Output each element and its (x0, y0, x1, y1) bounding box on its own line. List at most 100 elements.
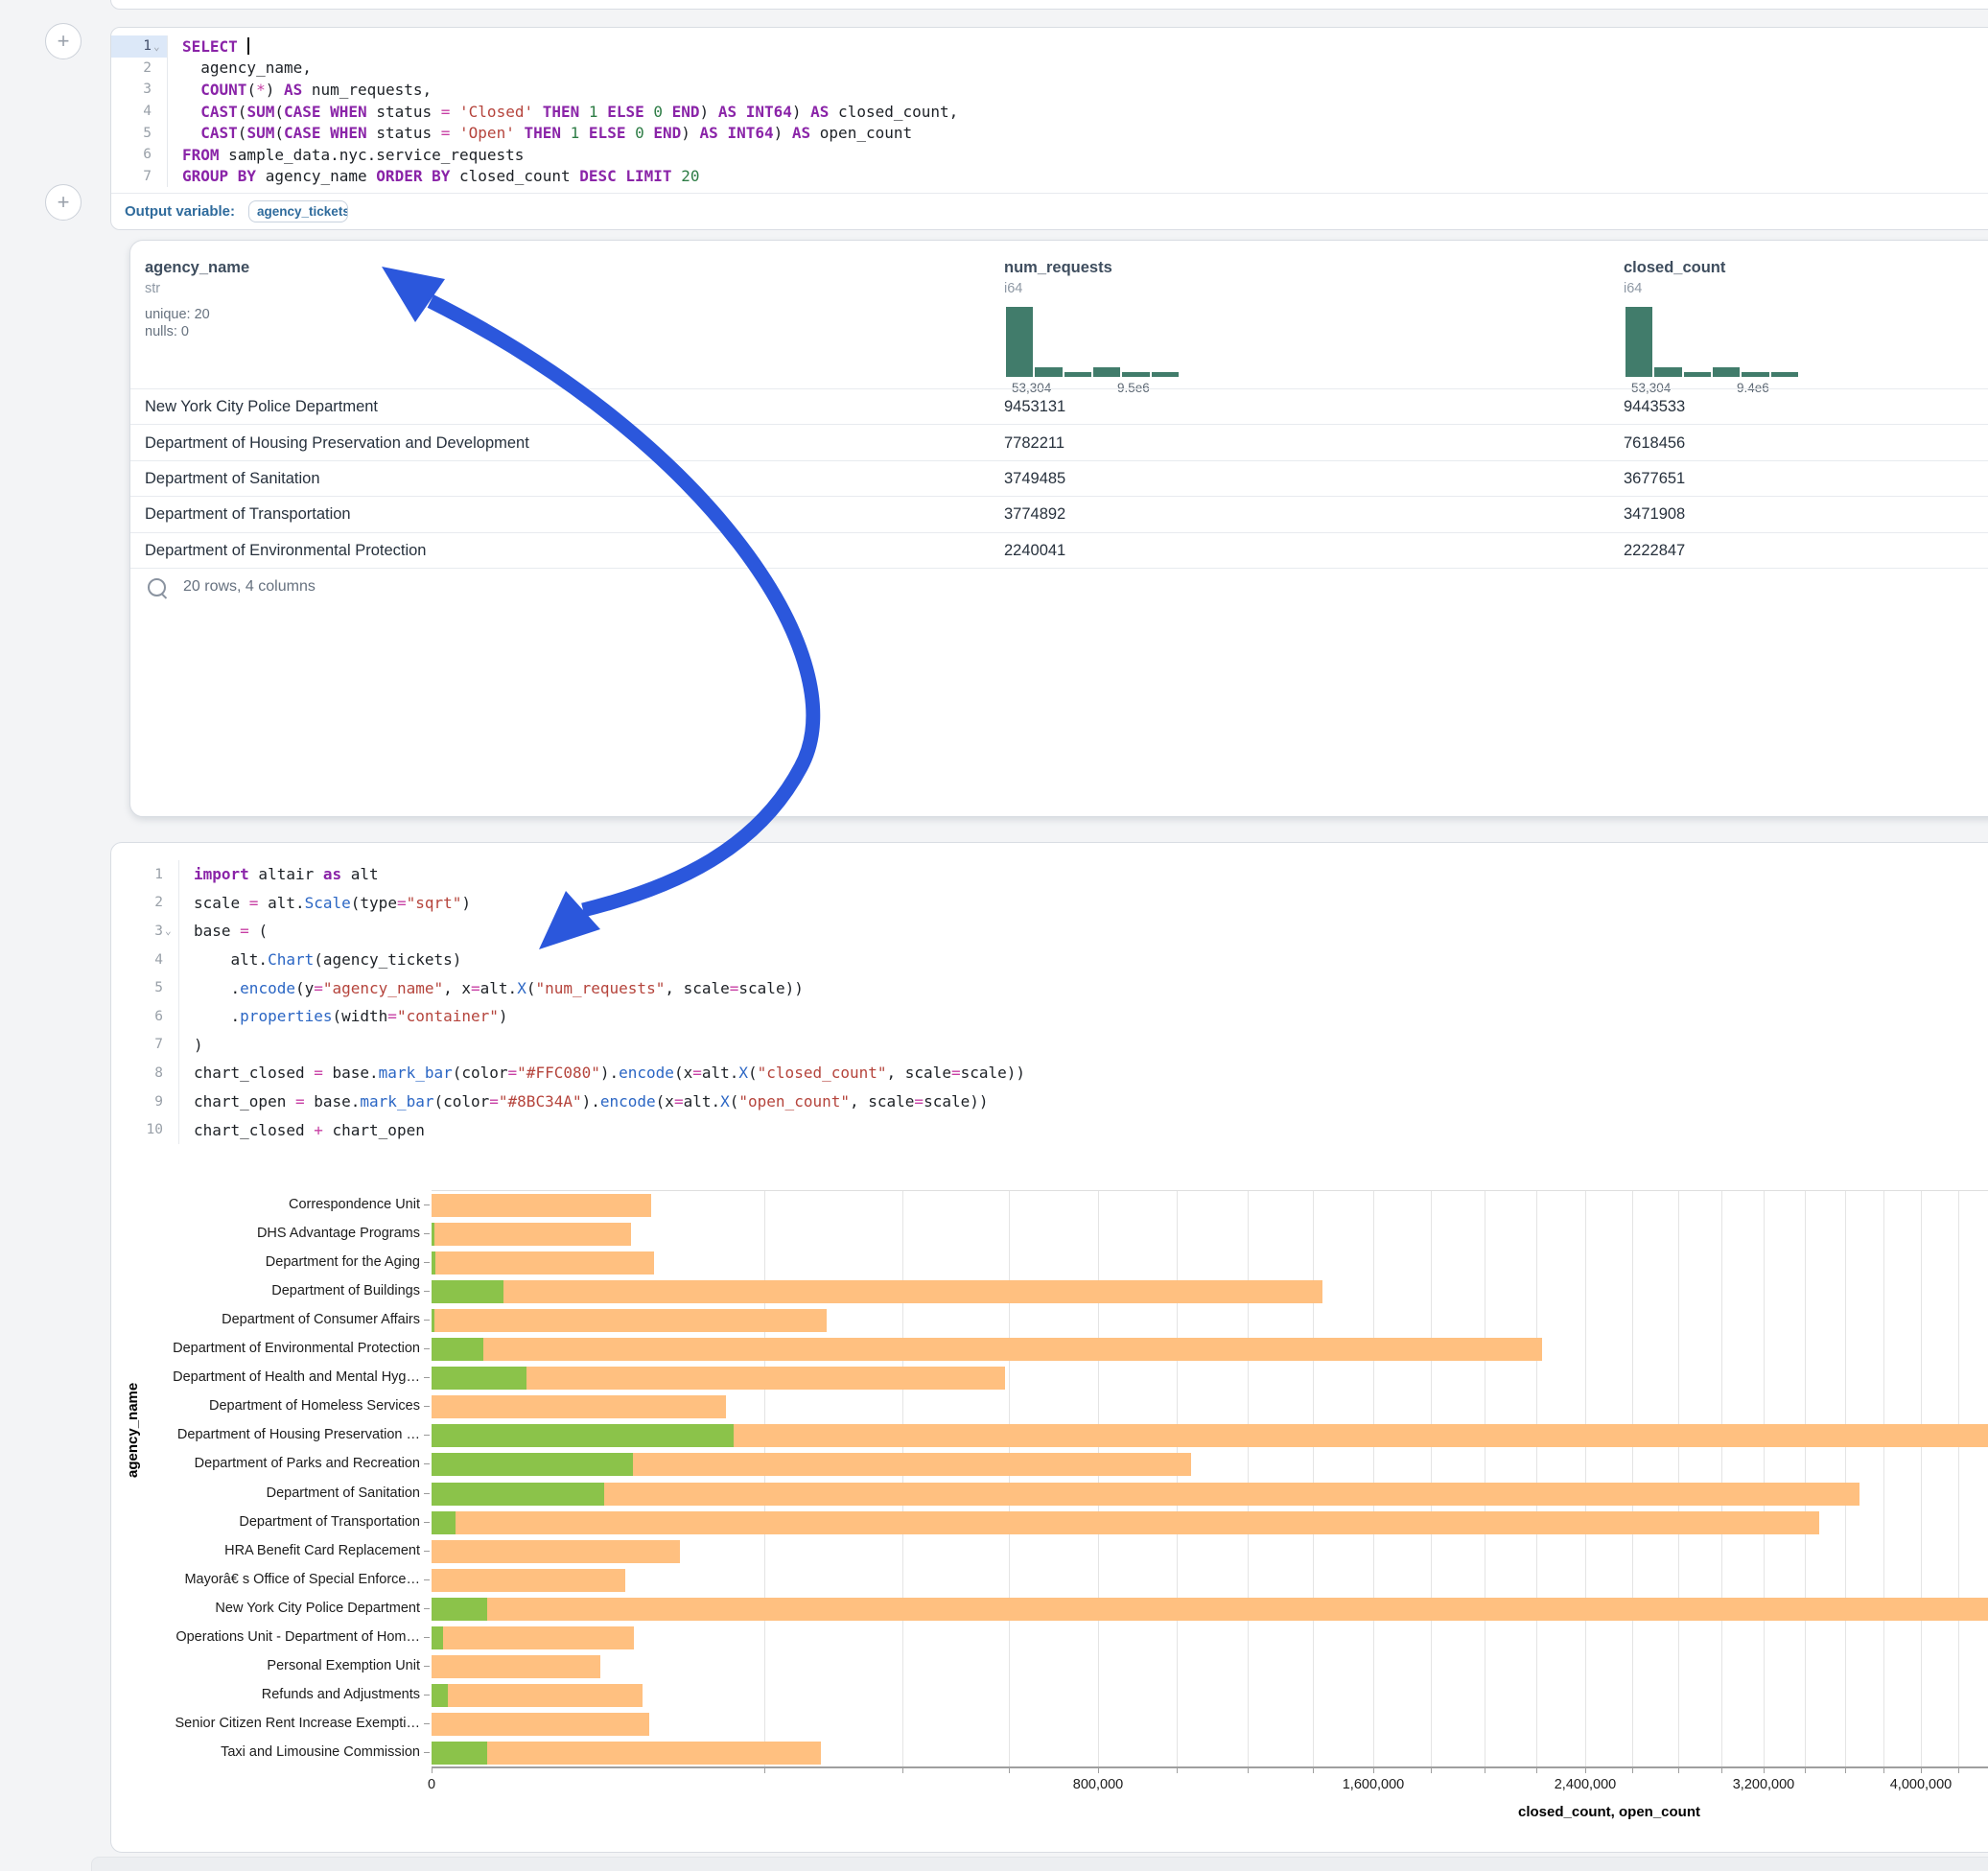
code-text: FROM sample_data.nyc.service_requests (168, 146, 524, 164)
y-axis-tick (424, 1435, 430, 1436)
code-line[interactable]: 9⌄chart_open = base.mark_bar(color="#8BC… (111, 1088, 1988, 1116)
fold-chevron-icon[interactable]: ⌄ (153, 40, 163, 53)
bar-open (432, 1251, 435, 1275)
bar-closed (432, 1251, 654, 1275)
python-code-editor[interactable]: 1⌄import altair as alt2⌄scale = alt.Scal… (111, 860, 1988, 1144)
code-line[interactable]: 3⌄ COUNT(*) AS num_requests, (111, 79, 1988, 101)
y-axis-tick (424, 1637, 430, 1638)
add-cell-button[interactable]: + (45, 23, 82, 59)
code-line[interactable]: 5⌄ .encode(y="agency_name", x=alt.X("num… (111, 973, 1988, 1002)
gridline (1764, 1191, 1765, 1767)
line-number: 1⌄ (111, 860, 178, 889)
x-axis-tick-label: 800,000 (1041, 1777, 1156, 1792)
column-name: agency_name (145, 259, 249, 277)
table-cell: Department of Housing Preservation and D… (145, 425, 529, 460)
y-axis-label: Senior Citizen Rent Increase Exempti… (111, 1709, 420, 1738)
y-axis-tick (424, 1695, 430, 1696)
add-cell-button[interactable]: + (45, 184, 82, 221)
column-header[interactable]: num_requestsi64 (1004, 259, 1112, 296)
column-header[interactable]: agency_namestr (145, 259, 249, 296)
line-number: 7⌄ (111, 1031, 178, 1060)
table-cell: Department of Transportation (145, 497, 351, 532)
code-text: SELECT (168, 37, 249, 56)
code-line[interactable]: 4⌄ CAST(SUM(CASE WHEN status = 'Closed' … (111, 101, 1988, 123)
python-cell[interactable]: 1⌄import altair as alt2⌄scale = alt.Scal… (110, 842, 1988, 1853)
code-line[interactable]: 8⌄chart_closed = base.mark_bar(color="#F… (111, 1059, 1988, 1088)
y-axis-label: Department of Transportation (111, 1508, 420, 1536)
gridline (902, 1191, 903, 1767)
histogram-bar (1064, 372, 1091, 377)
x-axis-tick (1098, 1767, 1099, 1773)
x-axis-tick (1678, 1767, 1679, 1773)
table-cell: 3677651 (1624, 461, 1685, 497)
histogram-bar (1684, 372, 1711, 377)
column-stats: unique: 20nulls: 0 (145, 306, 210, 340)
code-line[interactable]: 6⌄FROM sample_data.nyc.service_requests (111, 144, 1988, 166)
x-axis-tick (1883, 1767, 1884, 1773)
histogram-bar (1625, 307, 1652, 377)
y-axis-label: New York City Police Department (111, 1594, 420, 1623)
y-axis-label: Department of Buildings (111, 1276, 420, 1305)
code-line[interactable]: 2⌄ agency_name, (111, 58, 1988, 80)
table-cell: 2240041 (1004, 533, 1065, 569)
code-line[interactable]: 10⌄chart_closed + chart_open (111, 1115, 1988, 1144)
y-axis-label: Department of Homeless Services (111, 1392, 420, 1420)
code-text: GROUP BY agency_name ORDER BY closed_cou… (168, 167, 699, 185)
x-axis-tick (1009, 1767, 1010, 1773)
line-number: 5⌄ (111, 122, 167, 144)
code-line[interactable]: 6⌄ .properties(width="container") (111, 1002, 1988, 1031)
bar-open (432, 1338, 483, 1361)
line-number: 3⌄ (111, 79, 167, 101)
table-bottom-border (130, 568, 1988, 569)
gridline (1248, 1191, 1249, 1767)
gridline (1098, 1191, 1099, 1767)
bar-open (432, 1309, 434, 1332)
code-line[interactable]: 4⌄ alt.Chart(agency_tickets) (111, 946, 1988, 974)
sql-code-editor[interactable]: 1⌄SELECT 2⌄ agency_name,3⌄ COUNT(*) AS n… (111, 35, 1988, 187)
output-variable-bar: Output variable: agency_tickets (111, 193, 1988, 229)
bar-closed (432, 1655, 600, 1678)
bar-closed (432, 1742, 821, 1765)
code-text: alt.Chart(agency_tickets) (179, 950, 461, 969)
x-axis-tick-label: 3,200,000 (1706, 1777, 1821, 1792)
table-cell: New York City Police Department (145, 389, 378, 425)
gridline (1805, 1191, 1806, 1767)
line-number: 9⌄ (111, 1088, 178, 1116)
column-header[interactable]: closed_counti64 (1624, 259, 1725, 296)
line-number: 3⌄ (111, 917, 178, 946)
code-line[interactable]: 1⌄import altair as alt (111, 860, 1988, 889)
histogram-bar (1713, 367, 1740, 377)
code-line[interactable]: 5⌄ CAST(SUM(CASE WHEN status = 'Open' TH… (111, 122, 1988, 144)
code-line[interactable]: 2⌄scale = alt.Scale(type="sqrt") (111, 889, 1988, 918)
search-icon[interactable] (148, 578, 166, 596)
line-number: 2⌄ (111, 58, 167, 80)
code-line[interactable]: 7⌄GROUP BY agency_name ORDER BY closed_c… (111, 166, 1988, 188)
y-axis-tick (424, 1551, 430, 1552)
table-cell: 3471908 (1624, 497, 1685, 532)
bar-open (432, 1453, 633, 1476)
gridline (1632, 1191, 1633, 1767)
x-axis-tick (1921, 1767, 1922, 1773)
bar-closed (432, 1511, 1819, 1534)
table-row: Department of Housing Preservation and D… (130, 424, 1988, 460)
y-axis-tick (424, 1291, 430, 1292)
code-text: .encode(y="agency_name", x=alt.X("num_re… (179, 979, 804, 997)
bar-closed (432, 1713, 649, 1736)
bar-open (432, 1626, 443, 1649)
line-number: 5⌄ (111, 973, 178, 1002)
sql-cell[interactable]: 1⌄SELECT 2⌄ agency_name,3⌄ COUNT(*) AS n… (110, 27, 1988, 230)
x-axis-title: closed_count, open_count (1518, 1804, 1700, 1820)
gridline (1678, 1191, 1679, 1767)
code-line[interactable]: 7⌄) (111, 1031, 1988, 1060)
column-type: i64 (1004, 281, 1112, 296)
code-line[interactable]: 1⌄SELECT (111, 35, 1988, 58)
code-line[interactable]: 3⌄base = ( (111, 917, 1988, 946)
line-number: 4⌄ (111, 946, 178, 974)
gridline (1536, 1191, 1537, 1767)
fold-chevron-icon[interactable]: ⌄ (165, 924, 175, 937)
bar-open (432, 1684, 448, 1707)
y-axis-label: Department of Parks and Recreation (111, 1449, 420, 1478)
bar-closed (432, 1309, 827, 1332)
x-axis-tick (902, 1767, 903, 1773)
output-variable-pill[interactable]: agency_tickets (248, 200, 348, 222)
